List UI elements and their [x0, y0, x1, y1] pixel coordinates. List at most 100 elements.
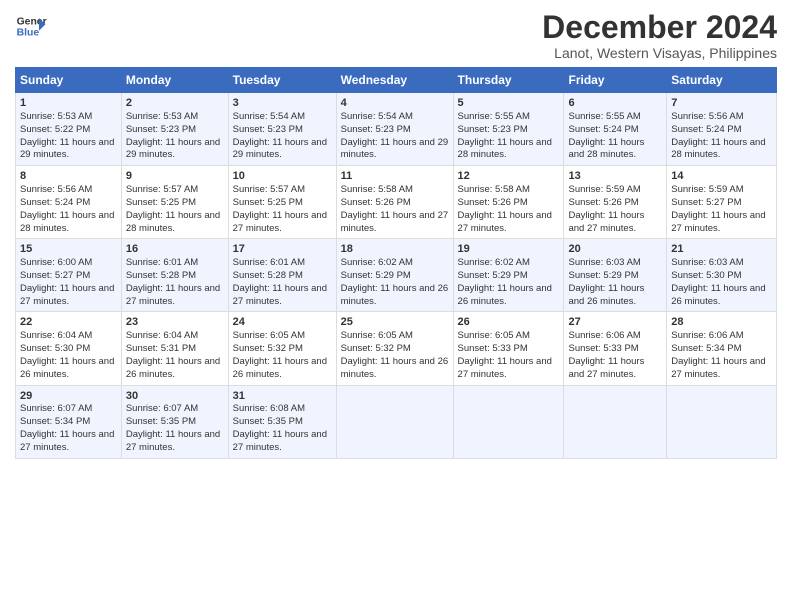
- calendar-cell-week4-sat: 28Sunrise: 6:06 AMSunset: 5:34 PMDayligh…: [667, 312, 777, 385]
- sunrise-info: Sunrise: 6:06 AM: [671, 330, 772, 343]
- day-number: 10: [233, 169, 332, 184]
- sunrise-info: Sunrise: 6:03 AM: [671, 257, 772, 270]
- day-number: 25: [341, 315, 449, 330]
- sunrise-info: Sunrise: 6:02 AM: [458, 257, 560, 270]
- sunrise-info: Sunrise: 5:55 AM: [458, 111, 560, 124]
- sunrise-info: Sunrise: 6:02 AM: [341, 257, 449, 270]
- daylight-info: Daylight: 11 hours and 28 minutes.: [126, 210, 224, 236]
- day-number: 5: [458, 96, 560, 111]
- sunrise-info: Sunrise: 6:05 AM: [341, 330, 449, 343]
- sunrise-info: Sunrise: 5:54 AM: [341, 111, 449, 124]
- daylight-info: Daylight: 11 hours and 29 minutes.: [341, 137, 449, 163]
- sunset-info: Sunset: 5:32 PM: [233, 343, 332, 356]
- daylight-info: Daylight: 11 hours and 26 minutes.: [341, 283, 449, 309]
- sunset-info: Sunset: 5:24 PM: [671, 124, 772, 137]
- calendar-week-2: 8Sunrise: 5:56 AMSunset: 5:24 PMDaylight…: [16, 166, 777, 239]
- calendar-cell-week4-tue: 24Sunrise: 6:05 AMSunset: 5:32 PMDayligh…: [228, 312, 336, 385]
- daylight-info: Daylight: 11 hours and 26 minutes.: [233, 356, 332, 382]
- day-number: 18: [341, 242, 449, 257]
- calendar-cell-week1-fri: 6Sunrise: 5:55 AMSunset: 5:24 PMDaylight…: [564, 93, 667, 166]
- col-monday: Monday: [121, 68, 228, 93]
- calendar-cell-week3-sun: 15Sunrise: 6:00 AMSunset: 5:27 PMDayligh…: [16, 239, 122, 312]
- day-number: 30: [126, 389, 224, 404]
- calendar-cell-week5-fri: [564, 385, 667, 458]
- day-number: 20: [568, 242, 662, 257]
- calendar-cell-week5-sun: 29Sunrise: 6:07 AMSunset: 5:34 PMDayligh…: [16, 385, 122, 458]
- calendar-week-5: 29Sunrise: 6:07 AMSunset: 5:34 PMDayligh…: [16, 385, 777, 458]
- calendar-cell-week3-tue: 17Sunrise: 6:01 AMSunset: 5:28 PMDayligh…: [228, 239, 336, 312]
- day-number: 7: [671, 96, 772, 111]
- calendar-cell-week4-sun: 22Sunrise: 6:04 AMSunset: 5:30 PMDayligh…: [16, 312, 122, 385]
- sunset-info: Sunset: 5:24 PM: [568, 124, 662, 137]
- sunset-info: Sunset: 5:29 PM: [458, 270, 560, 283]
- calendar-cell-week4-thu: 26Sunrise: 6:05 AMSunset: 5:33 PMDayligh…: [453, 312, 564, 385]
- sunset-info: Sunset: 5:35 PM: [233, 416, 332, 429]
- sunset-info: Sunset: 5:29 PM: [568, 270, 662, 283]
- day-number: 2: [126, 96, 224, 111]
- calendar-cell-week2-fri: 13Sunrise: 5:59 AMSunset: 5:26 PMDayligh…: [564, 166, 667, 239]
- subtitle: Lanot, Western Visayas, Philippines: [542, 45, 777, 61]
- daylight-info: Daylight: 11 hours and 29 minutes.: [20, 137, 117, 163]
- sunrise-info: Sunrise: 5:56 AM: [671, 111, 772, 124]
- calendar-cell-week4-wed: 25Sunrise: 6:05 AMSunset: 5:32 PMDayligh…: [336, 312, 453, 385]
- calendar-cell-week5-tue: 31Sunrise: 6:08 AMSunset: 5:35 PMDayligh…: [228, 385, 336, 458]
- day-number: 16: [126, 242, 224, 257]
- day-number: 26: [458, 315, 560, 330]
- sunrise-info: Sunrise: 5:59 AM: [671, 184, 772, 197]
- sunrise-info: Sunrise: 5:53 AM: [20, 111, 117, 124]
- calendar-cell-week5-wed: [336, 385, 453, 458]
- sunrise-info: Sunrise: 6:00 AM: [20, 257, 117, 270]
- day-number: 8: [20, 169, 117, 184]
- daylight-info: Daylight: 11 hours and 28 minutes.: [458, 137, 560, 163]
- col-wednesday: Wednesday: [336, 68, 453, 93]
- sunrise-info: Sunrise: 6:07 AM: [20, 403, 117, 416]
- daylight-info: Daylight: 11 hours and 26 minutes.: [341, 356, 449, 382]
- calendar-cell-week1-thu: 5Sunrise: 5:55 AMSunset: 5:23 PMDaylight…: [453, 93, 564, 166]
- title-block: December 2024 Lanot, Western Visayas, Ph…: [542, 10, 777, 61]
- day-number: 19: [458, 242, 560, 257]
- calendar-cell-week5-thu: [453, 385, 564, 458]
- sunset-info: Sunset: 5:23 PM: [341, 124, 449, 137]
- day-number: 23: [126, 315, 224, 330]
- calendar-cell-week1-sun: 1Sunrise: 5:53 AMSunset: 5:22 PMDaylight…: [16, 93, 122, 166]
- sunset-info: Sunset: 5:26 PM: [568, 197, 662, 210]
- sunrise-info: Sunrise: 5:59 AM: [568, 184, 662, 197]
- sunrise-info: Sunrise: 6:06 AM: [568, 330, 662, 343]
- sunset-info: Sunset: 5:22 PM: [20, 124, 117, 137]
- calendar-cell-week4-mon: 23Sunrise: 6:04 AMSunset: 5:31 PMDayligh…: [121, 312, 228, 385]
- sunrise-info: Sunrise: 6:05 AM: [233, 330, 332, 343]
- daylight-info: Daylight: 11 hours and 28 minutes.: [20, 210, 117, 236]
- sunset-info: Sunset: 5:23 PM: [233, 124, 332, 137]
- sunrise-info: Sunrise: 5:58 AM: [341, 184, 449, 197]
- daylight-info: Daylight: 11 hours and 27 minutes.: [568, 210, 662, 236]
- sunrise-info: Sunrise: 6:05 AM: [458, 330, 560, 343]
- calendar-week-3: 15Sunrise: 6:00 AMSunset: 5:27 PMDayligh…: [16, 239, 777, 312]
- calendar-cell-week1-tue: 3Sunrise: 5:54 AMSunset: 5:23 PMDaylight…: [228, 93, 336, 166]
- daylight-info: Daylight: 11 hours and 27 minutes.: [458, 210, 560, 236]
- calendar-body: 1Sunrise: 5:53 AMSunset: 5:22 PMDaylight…: [16, 93, 777, 458]
- calendar-cell-week3-sat: 21Sunrise: 6:03 AMSunset: 5:30 PMDayligh…: [667, 239, 777, 312]
- sunrise-info: Sunrise: 5:57 AM: [233, 184, 332, 197]
- day-number: 31: [233, 389, 332, 404]
- sunrise-info: Sunrise: 5:57 AM: [126, 184, 224, 197]
- sunset-info: Sunset: 5:33 PM: [568, 343, 662, 356]
- calendar-week-1: 1Sunrise: 5:53 AMSunset: 5:22 PMDaylight…: [16, 93, 777, 166]
- calendar-cell-week2-sun: 8Sunrise: 5:56 AMSunset: 5:24 PMDaylight…: [16, 166, 122, 239]
- daylight-info: Daylight: 11 hours and 27 minutes.: [233, 283, 332, 309]
- day-number: 15: [20, 242, 117, 257]
- daylight-info: Daylight: 11 hours and 28 minutes.: [671, 137, 772, 163]
- daylight-info: Daylight: 11 hours and 27 minutes.: [126, 429, 224, 455]
- sunrise-info: Sunrise: 5:56 AM: [20, 184, 117, 197]
- calendar-cell-week3-fri: 20Sunrise: 6:03 AMSunset: 5:29 PMDayligh…: [564, 239, 667, 312]
- sunrise-info: Sunrise: 6:04 AM: [126, 330, 224, 343]
- sunrise-info: Sunrise: 6:08 AM: [233, 403, 332, 416]
- daylight-info: Daylight: 11 hours and 27 minutes.: [233, 210, 332, 236]
- col-tuesday: Tuesday: [228, 68, 336, 93]
- daylight-info: Daylight: 11 hours and 29 minutes.: [233, 137, 332, 163]
- sunrise-info: Sunrise: 6:07 AM: [126, 403, 224, 416]
- sunset-info: Sunset: 5:24 PM: [20, 197, 117, 210]
- daylight-info: Daylight: 11 hours and 27 minutes.: [671, 210, 772, 236]
- sunset-info: Sunset: 5:23 PM: [458, 124, 560, 137]
- calendar-table: Sunday Monday Tuesday Wednesday Thursday…: [15, 67, 777, 458]
- page: General Blue December 2024 Lanot, Wester…: [0, 0, 792, 469]
